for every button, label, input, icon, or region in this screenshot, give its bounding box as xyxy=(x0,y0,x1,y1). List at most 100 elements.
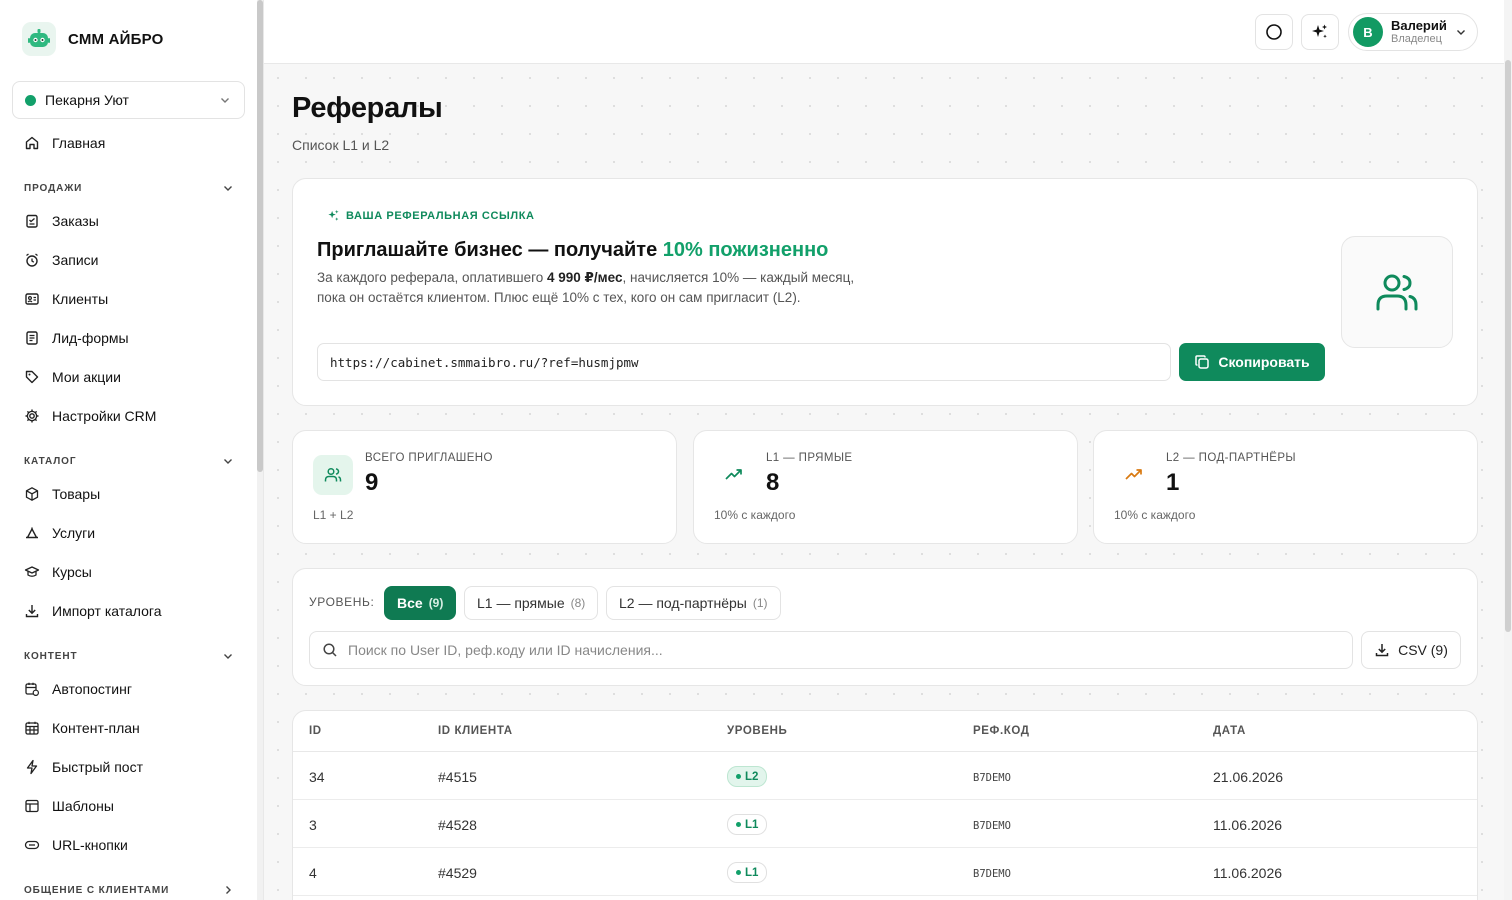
column-header-client-id[interactable]: ID КЛИЕНТА xyxy=(438,725,513,737)
download-icon xyxy=(1375,644,1389,657)
column-header-id[interactable]: ID xyxy=(309,725,322,737)
search-input[interactable]: Поиск по User ID, реф.коду или ID начисл… xyxy=(309,631,1353,669)
filter-chip-l2[interactable]: L2 — под-партнёры (1) xyxy=(606,586,781,620)
sidebar-item-products[interactable]: Товары xyxy=(24,482,100,506)
company-name: Пекарня Уют xyxy=(45,92,129,108)
chip-count: (9) xyxy=(428,596,444,610)
copy-link-button[interactable]: Скопировать xyxy=(1179,343,1325,381)
download-icon xyxy=(25,605,39,618)
sidebar-scrollbar-thumb[interactable] xyxy=(257,0,263,472)
section-content[interactable]: КОНТЕНТ xyxy=(24,650,234,662)
chip-label: L1 — прямые xyxy=(477,595,565,611)
search-icon xyxy=(323,643,337,657)
sidebar-item-label: Настройки CRM xyxy=(52,408,157,424)
sidebar-item-orders[interactable]: Заказы xyxy=(24,209,99,233)
referral-headline-main: Приглашайте бизнес — получайте xyxy=(317,239,663,261)
sidebar-item-catalog-import[interactable]: Импорт каталога xyxy=(24,599,161,623)
brand[interactable]: СММ АЙБРО xyxy=(22,22,163,56)
chevron-down-icon xyxy=(218,93,232,107)
filter-chip-l1[interactable]: L1 — прямые (8) xyxy=(464,586,599,620)
avatar: В xyxy=(1353,17,1383,47)
level-badge-text: L2 xyxy=(745,770,759,783)
sidebar-item-promotions[interactable]: Мои акции xyxy=(24,365,121,389)
referral-tag: ВАША РЕФЕРАЛЬНАЯ ССЫЛКА xyxy=(327,209,535,222)
user-name: Валерий xyxy=(1391,17,1447,33)
chip-count: (1) xyxy=(752,596,768,610)
section-title: КОНТЕНТ xyxy=(24,650,78,662)
referral-headline-accent: 10% пожизненно xyxy=(662,239,829,261)
level-badge-text: L1 xyxy=(745,818,759,831)
sidebar-item-lead-forms[interactable]: Лид-формы xyxy=(24,326,129,350)
table-row[interactable]: 34 #4515 L2 B7DEMO 21.06.2026 xyxy=(293,752,1477,800)
sidebar-item-url-buttons[interactable]: URL-кнопки xyxy=(24,833,128,857)
table-row[interactable]: 3 #4528 L1 B7DEMO 11.06.2026 xyxy=(293,800,1477,848)
sidebar-item-home[interactable]: Главная xyxy=(24,131,105,155)
sidebar-item-templates[interactable]: Шаблоны xyxy=(24,794,114,818)
cell-ref-code: B7DEMO xyxy=(973,772,1011,784)
csv-export-button[interactable]: CSV (9) xyxy=(1361,631,1461,669)
theme-toggle-button[interactable] xyxy=(1255,14,1293,50)
stat-card-l1: L1 — ПРЯМЫЕ 8 10% с каждого xyxy=(693,430,1078,544)
sidebar-scrollbar[interactable] xyxy=(257,0,263,900)
main-scrollbar-thumb[interactable] xyxy=(1505,60,1511,632)
sidebar-item-autoposting[interactable]: Автопостинг xyxy=(24,677,132,701)
sidebar-item-content-plan[interactable]: Контент-план xyxy=(24,716,140,740)
stat-value: 8 xyxy=(766,469,780,496)
ai-assistant-button[interactable] xyxy=(1301,14,1339,50)
referral-desc-part: За каждого реферала, оплатившего xyxy=(317,270,547,285)
main-scrollbar[interactable] xyxy=(1504,0,1512,900)
level-badge: L1 xyxy=(727,814,768,835)
sidebar-item-label: Записи xyxy=(52,252,99,268)
page-title: Рефералы xyxy=(292,92,443,124)
sidebar-item-bookings[interactable]: Записи xyxy=(24,248,98,272)
cell-client-id: #4515 xyxy=(438,769,477,785)
section-communication[interactable]: ОБЩЕНИЕ С КЛИЕНТАМИ xyxy=(24,884,234,896)
sidebar-item-label: Заказы xyxy=(52,213,99,229)
stat-value: 1 xyxy=(1166,469,1180,496)
column-header-date[interactable]: ДАТА xyxy=(1213,725,1246,737)
column-header-ref-code[interactable]: РЕФ.КОД xyxy=(973,725,1030,737)
tag-icon xyxy=(25,370,39,384)
stat-footnote: L1 + L2 xyxy=(313,508,354,522)
filter-panel: УРОВЕНЬ: Все (9) L1 — прямые (8) L2 — по… xyxy=(292,568,1478,686)
sidebar-item-clients[interactable]: Клиенты xyxy=(24,287,108,311)
user-menu[interactable]: В Валерий Владелец xyxy=(1348,13,1478,51)
company-select[interactable]: Пекарня Уют xyxy=(12,81,245,119)
form-icon xyxy=(26,331,38,345)
main-content: Рефералы Список L1 и L2 ВАША РЕФЕРАЛЬНАЯ… xyxy=(264,64,1504,900)
sidebar-item-label: Лид-формы xyxy=(52,330,129,346)
page-subtitle: Список L1 и L2 xyxy=(292,137,390,153)
referrals-table: ID ID КЛИЕНТА УРОВЕНЬ РЕФ.КОД ДАТА 34 #4… xyxy=(292,710,1478,900)
section-sales[interactable]: ПРОДАЖИ xyxy=(24,182,234,194)
sidebar-item-quick-post[interactable]: Быстрый пост xyxy=(24,755,143,779)
filter-chip-all[interactable]: Все (9) xyxy=(384,586,457,620)
service-bell-icon xyxy=(26,527,38,539)
chevron-down-icon xyxy=(224,186,232,191)
level-badge: L1 xyxy=(727,862,768,883)
referral-tag-text: ВАША РЕФЕРАЛЬНАЯ ССЫЛКА xyxy=(346,209,535,222)
csv-export-label: CSV (9) xyxy=(1398,642,1448,658)
section-catalog[interactable]: КАТАЛОГ xyxy=(24,455,234,467)
referral-price: 4 990 ₽/мес xyxy=(547,270,623,285)
sidebar-item-services[interactable]: Услуги xyxy=(24,521,95,545)
stat-footnote: 10% с каждого xyxy=(1114,508,1196,522)
sidebar-item-label: Импорт каталога xyxy=(52,603,162,619)
sidebar-item-courses[interactable]: Курсы xyxy=(24,560,92,584)
column-header-level[interactable]: УРОВЕНЬ xyxy=(727,725,787,737)
home-icon xyxy=(25,136,39,150)
stat-label: L1 — ПРЯМЫЕ xyxy=(766,452,853,464)
chevron-down-icon xyxy=(1457,30,1465,35)
sidebar-item-crm-settings[interactable]: Настройки CRM xyxy=(24,404,156,428)
search-placeholder: Поиск по User ID, реф.коду или ID начисл… xyxy=(348,642,663,658)
status-dot xyxy=(25,94,36,106)
referral-description: За каждого реферала, оплатившего 4 990 ₽… xyxy=(317,268,877,308)
referral-link-field[interactable]: https://cabinet.smmaibro.ru/?ref=husmjpm… xyxy=(317,343,1171,381)
stat-card-total: ВСЕГО ПРИГЛАШЕНО 9 L1 + L2 xyxy=(292,430,677,544)
chevron-down-icon xyxy=(224,654,232,659)
sidebar-item-label: Контент-план xyxy=(52,720,140,736)
chevron-right-icon xyxy=(226,886,231,894)
chip-label: Все xyxy=(397,595,423,611)
users-icon xyxy=(313,455,353,495)
stat-label: ВСЕГО ПРИГЛАШЕНО xyxy=(365,452,493,464)
table-row[interactable]: 4 #4529 L1 B7DEMO 11.06.2026 xyxy=(293,848,1477,896)
